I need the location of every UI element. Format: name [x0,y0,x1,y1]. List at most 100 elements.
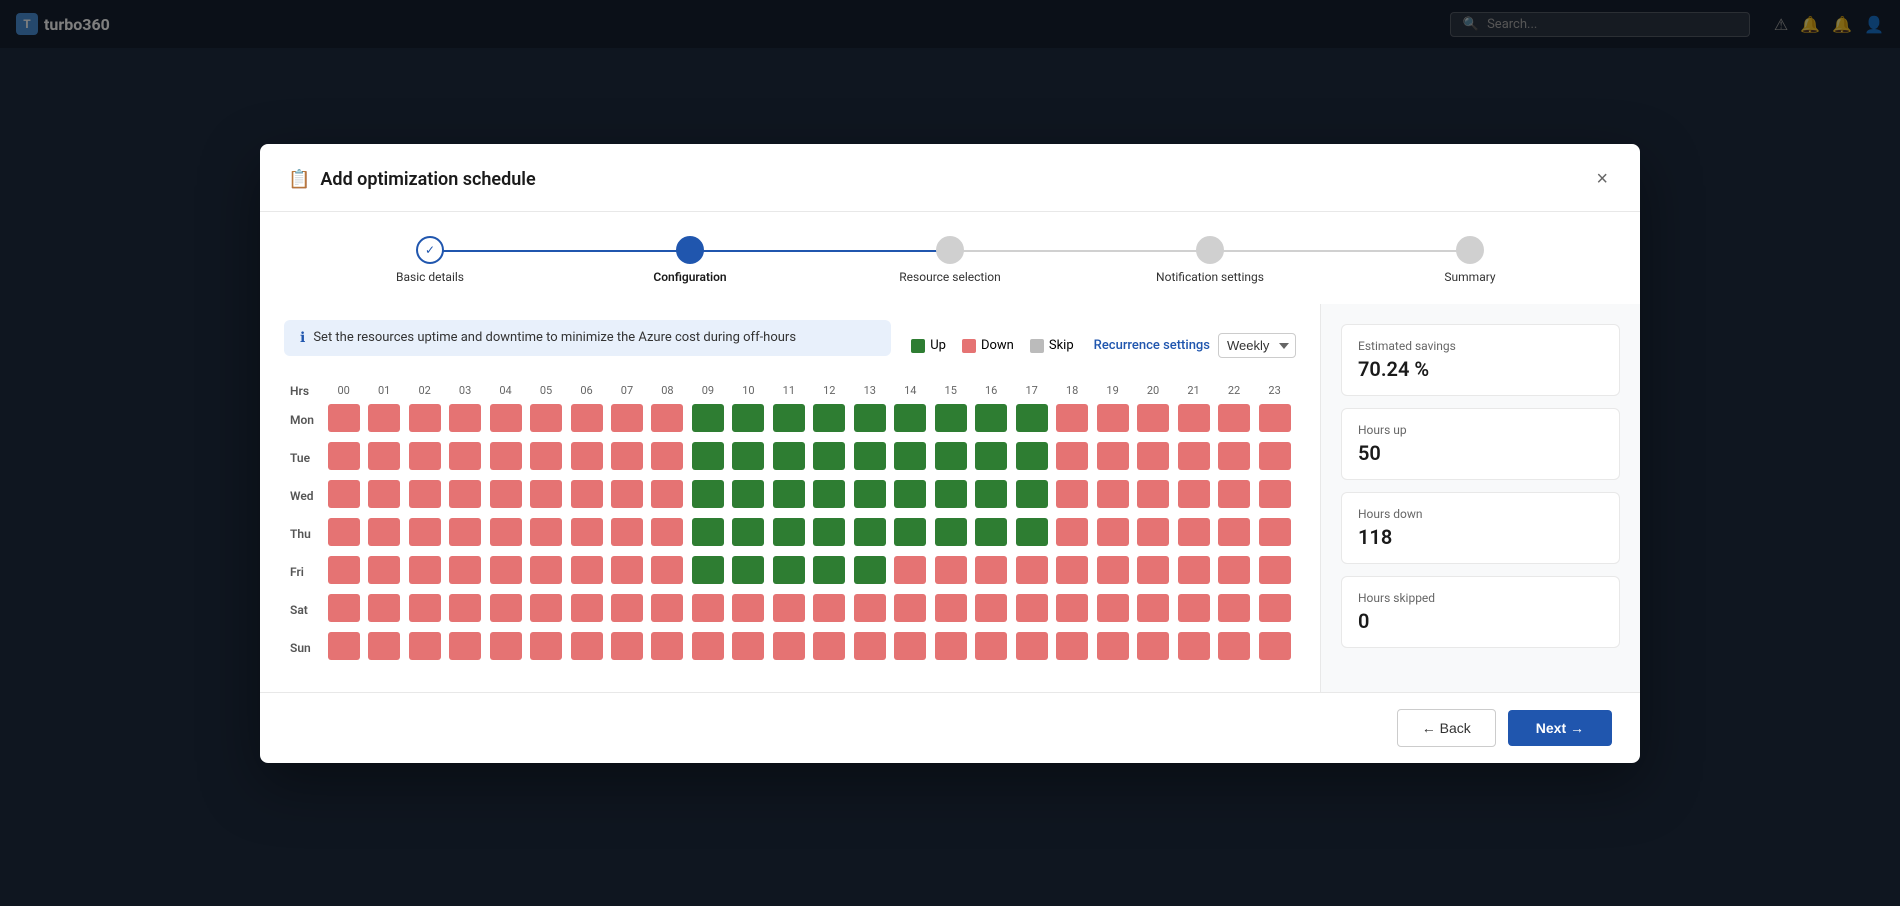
schedule-cell-block[interactable] [813,480,845,508]
schedule-cell-block[interactable] [854,556,886,584]
table-cell[interactable] [324,402,362,438]
close-button[interactable]: × [1592,164,1612,195]
table-cell[interactable] [1215,516,1253,552]
table-cell[interactable] [1134,440,1172,476]
table-cell[interactable] [1174,440,1212,476]
schedule-cell-block[interactable] [854,480,886,508]
schedule-cell-block[interactable] [368,518,400,546]
schedule-cell-block[interactable] [1218,556,1250,584]
table-cell[interactable] [972,402,1010,438]
table-cell[interactable] [1093,402,1131,438]
schedule-cell-block[interactable] [651,442,683,470]
schedule-cell-block[interactable] [409,594,441,622]
table-cell[interactable] [324,478,362,514]
table-cell[interactable] [446,440,484,476]
table-cell[interactable] [810,630,848,666]
table-cell[interactable] [1215,478,1253,514]
table-cell[interactable] [567,554,605,590]
schedule-cell-block[interactable] [328,556,360,584]
schedule-cell-block[interactable] [368,404,400,432]
table-cell[interactable] [1012,592,1050,628]
table-cell[interactable] [851,402,889,438]
schedule-cell-block[interactable] [530,594,562,622]
table-cell[interactable] [810,440,848,476]
table-cell[interactable] [365,402,403,438]
table-cell[interactable] [770,592,808,628]
table-cell[interactable] [527,630,565,666]
table-cell[interactable] [1093,592,1131,628]
schedule-cell-block[interactable] [894,556,926,584]
schedule-cell-block[interactable] [1259,556,1291,584]
table-cell[interactable] [1174,554,1212,590]
schedule-cell-block[interactable] [651,518,683,546]
table-cell[interactable] [608,630,646,666]
schedule-cell-block[interactable] [1056,518,1088,546]
schedule-cell-block[interactable] [1016,442,1048,470]
table-cell[interactable] [729,554,767,590]
schedule-cell-block[interactable] [328,480,360,508]
schedule-cell-block[interactable] [854,442,886,470]
table-cell[interactable] [446,402,484,438]
schedule-cell-block[interactable] [935,594,967,622]
schedule-cell-block[interactable] [854,594,886,622]
schedule-cell-block[interactable] [328,442,360,470]
table-cell[interactable] [729,516,767,552]
schedule-cell-block[interactable] [368,556,400,584]
table-cell[interactable] [486,592,524,628]
schedule-cell-block[interactable] [1137,518,1169,546]
table-cell[interactable] [1174,478,1212,514]
schedule-cell-block[interactable] [1218,480,1250,508]
schedule-cell-block[interactable] [975,442,1007,470]
table-cell[interactable] [972,592,1010,628]
table-cell[interactable] [1174,592,1212,628]
schedule-cell-block[interactable] [1137,632,1169,660]
schedule-cell-block[interactable] [692,556,724,584]
schedule-cell-block[interactable] [935,518,967,546]
table-cell[interactable] [446,516,484,552]
schedule-cell-block[interactable] [894,404,926,432]
schedule-cell-block[interactable] [368,442,400,470]
schedule-cell-block[interactable] [692,442,724,470]
table-cell[interactable] [810,402,848,438]
schedule-cell-block[interactable] [571,518,603,546]
table-cell[interactable] [486,630,524,666]
table-cell[interactable] [405,478,443,514]
schedule-cell-block[interactable] [773,518,805,546]
table-cell[interactable] [729,478,767,514]
schedule-cell-block[interactable] [732,594,764,622]
schedule-cell-block[interactable] [732,632,764,660]
table-cell[interactable] [648,592,686,628]
schedule-cell-block[interactable] [651,480,683,508]
table-cell[interactable] [729,630,767,666]
table-cell[interactable] [1134,592,1172,628]
schedule-cell-block[interactable] [1178,404,1210,432]
table-cell[interactable] [527,402,565,438]
schedule-cell-block[interactable] [1016,518,1048,546]
table-cell[interactable] [1053,516,1091,552]
schedule-cell-block[interactable] [975,632,1007,660]
table-cell[interactable] [770,440,808,476]
schedule-cell-block[interactable] [1259,632,1291,660]
schedule-cell-block[interactable] [490,556,522,584]
schedule-cell-block[interactable] [1097,442,1129,470]
table-cell[interactable] [1255,478,1294,514]
table-cell[interactable] [891,592,929,628]
schedule-cell-block[interactable] [409,404,441,432]
schedule-cell-block[interactable] [773,442,805,470]
table-cell[interactable] [851,516,889,552]
table-cell[interactable] [648,554,686,590]
schedule-cell-block[interactable] [571,442,603,470]
table-cell[interactable] [1215,554,1253,590]
table-cell[interactable] [446,592,484,628]
schedule-cell-block[interactable] [449,480,481,508]
table-cell[interactable] [1012,516,1050,552]
schedule-cell-block[interactable] [1178,594,1210,622]
table-cell[interactable] [1012,402,1050,438]
table-cell[interactable] [1053,630,1091,666]
table-cell[interactable] [648,516,686,552]
schedule-cell-block[interactable] [1056,556,1088,584]
table-cell[interactable] [972,478,1010,514]
table-cell[interactable] [1093,440,1131,476]
table-cell[interactable] [486,554,524,590]
schedule-cell-block[interactable] [611,518,643,546]
